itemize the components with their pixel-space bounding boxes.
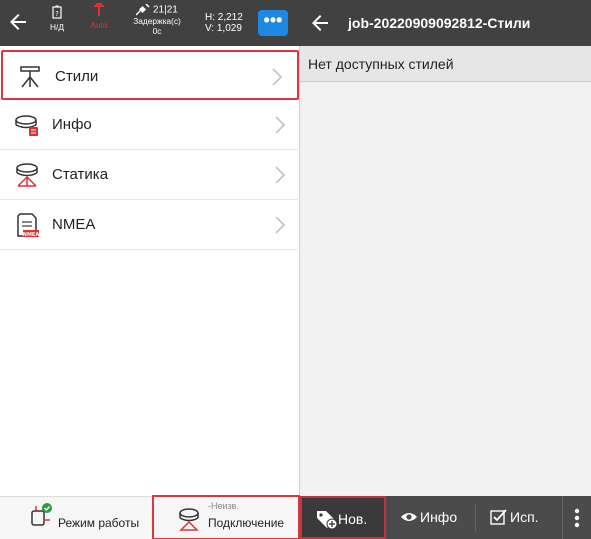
battery-icon: ?: [52, 5, 62, 19]
menu-item-nmea[interactable]: NMEA NMEA: [0, 200, 300, 250]
use-label: Исп.: [510, 509, 539, 525]
battery-status[interactable]: ? Н/Д: [44, 5, 70, 33]
page-title: job-20220909092812-Стили: [348, 15, 531, 31]
work-mode-button[interactable]: Режим работы: [0, 497, 152, 539]
precision-status[interactable]: H: 2,212 V: 1,029: [205, 12, 253, 34]
v-precision: V: 1,029: [205, 23, 242, 34]
satellite-count: 21|21: [152, 4, 178, 16]
back-arrow-icon[interactable]: [6, 10, 30, 34]
solution-status[interactable]: Auto: [84, 3, 114, 31]
chevron-right-icon: [272, 68, 283, 86]
battery-label: Н/Д: [50, 22, 64, 32]
overflow-menu-button[interactable]: [562, 496, 591, 539]
receiver-icon: [179, 508, 199, 531]
more-vertical-icon: [574, 508, 580, 528]
antenna-icon: [94, 3, 104, 16]
checkbox-icon: [490, 509, 507, 525]
chevron-right-icon: [275, 116, 286, 134]
chevron-right-icon: [275, 216, 286, 234]
style-icon: [20, 66, 40, 88]
menu-item-info[interactable]: Инфо: [0, 100, 300, 150]
satellite-status[interactable]: 21|21 Задержка(с) 0с: [114, 3, 200, 37]
status-header: ? Н/Д Auto 21|21 Задержка(с) 0с H: 2,212…: [0, 0, 300, 46]
connection-status: -Неизв.: [208, 501, 239, 511]
empty-message: Нет доступных стилей: [300, 46, 591, 82]
styles-toolbar: Нов. Инфо Исп.: [300, 496, 591, 539]
info-receiver-icon: [15, 115, 38, 136]
menu-item-label: Статика: [52, 166, 109, 183]
new-style-button[interactable]: Нов.: [300, 496, 386, 539]
use-button[interactable]: Исп.: [476, 496, 562, 539]
static-icon: [16, 163, 38, 187]
menu-item-styles[interactable]: Стили: [1, 50, 299, 100]
satellite-icon: [135, 3, 150, 16]
work-mode-label: Режим работы: [58, 516, 140, 530]
menu-item-label: Стили: [55, 68, 99, 85]
h-precision: H: 2,212: [205, 12, 243, 23]
eye-icon: [401, 513, 417, 521]
right-panel: job-20220909092812-Стили Нет доступных с…: [300, 0, 591, 539]
info-button[interactable]: Инфо: [388, 496, 474, 539]
work-mode-icon: [31, 503, 52, 526]
info-label: Инфо: [420, 509, 458, 525]
styles-header: job-20220909092812-Стили: [300, 0, 591, 46]
connection-button[interactable]: -Неизв. Подключение: [152, 495, 300, 539]
chevron-right-icon: [275, 166, 286, 184]
bottom-bar: Режим работы -Неизв. Подключение: [0, 495, 300, 539]
more-button[interactable]: •••: [258, 10, 288, 36]
menu-item-label: Инфо: [52, 116, 92, 133]
svg-text:NMEA: NMEA: [23, 232, 40, 238]
svg-text:?: ?: [55, 10, 59, 18]
new-tag-icon: [317, 511, 338, 529]
menu-item-static[interactable]: Статика: [0, 150, 300, 200]
delay-value: 0с: [152, 26, 162, 36]
connection-label: Подключение: [208, 516, 285, 530]
menu-item-label: NMEA: [52, 216, 96, 233]
solution-label: Auto: [90, 20, 108, 30]
new-label: Нов.: [338, 511, 368, 527]
receiver-menu: Стили Инфо Статика NMEA NMEA: [0, 50, 300, 250]
back-arrow-icon[interactable]: [308, 11, 332, 35]
left-panel: ? Н/Д Auto 21|21 Задержка(с) 0с H: 2,212…: [0, 0, 300, 539]
nmea-icon: NMEA: [17, 213, 40, 238]
